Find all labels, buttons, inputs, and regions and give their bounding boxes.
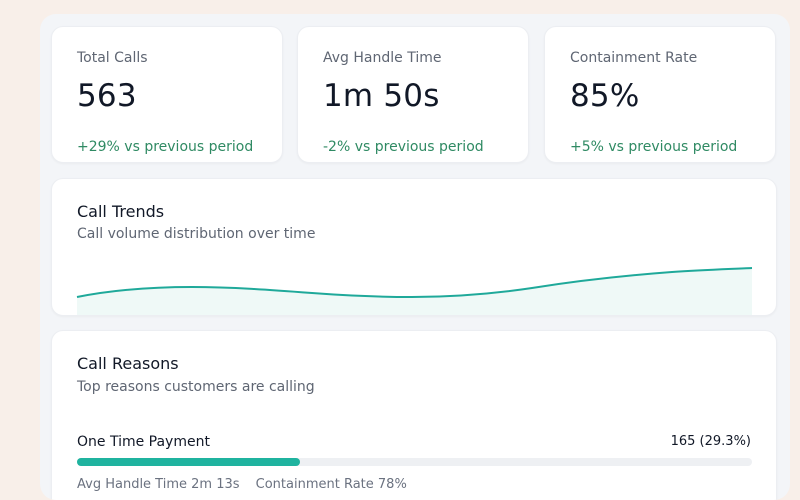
reason-bar-fill [77,458,300,466]
kpi-value: 563 [77,78,137,114]
reason-bar-track [77,458,752,466]
kpi-card-avg-handle-time: Avg Handle Time 1m 50s -2% vs previous p… [297,26,529,163]
call-trend-area [77,268,752,315]
kpi-value: 1m 50s [323,78,440,114]
reason-count: 165 (29.3%) [670,434,751,449]
kpi-card-containment-rate: Containment Rate 85% +5% vs previous per… [544,26,776,163]
call-trends-card: Call Trends Call volume distribution ove… [51,178,777,316]
dashboard-panel: Total Calls 563 +29% vs previous period … [40,14,790,500]
reason-meta: Avg Handle Time 2m 13s Containment Rate … [77,477,407,492]
card-title: Call Trends [77,202,165,221]
card-title: Call Reasons [77,354,179,373]
reason-name: One Time Payment [77,434,210,450]
kpi-value: 85% [570,78,640,114]
call-reasons-card: Call Reasons Top reasons customers are c… [51,330,777,500]
reason-avg-handle: Avg Handle Time 2m 13s [77,477,240,492]
call-trend-chart [76,267,753,315]
kpi-change: +5% vs previous period [570,139,738,155]
card-subtitle: Call volume distribution over time [77,226,316,242]
kpi-label: Total Calls [77,50,148,66]
reason-containment: Containment Rate 78% [255,477,407,492]
kpi-change: -2% vs previous period [323,139,484,155]
kpi-change: +29% vs previous period [77,139,254,155]
kpi-label: Avg Handle Time [323,50,442,66]
card-subtitle: Top reasons customers are calling [77,379,315,395]
kpi-label: Containment Rate [570,50,698,66]
kpi-card-total-calls: Total Calls 563 +29% vs previous period [51,26,283,163]
